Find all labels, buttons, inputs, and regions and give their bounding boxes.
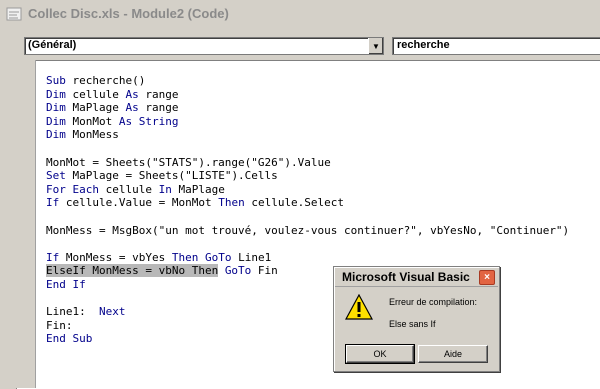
code-line: Dim MonMot As String — [46, 114, 179, 128]
code-line: If cellule.Value = MonMot Then cellule.S… — [46, 196, 345, 210]
dialog-titlebar[interactable]: Microsoft Visual Basic × — [335, 268, 498, 287]
code-line: Sub recherche() — [46, 74, 146, 87]
warning-icon — [345, 294, 373, 320]
margin-indicator-bar[interactable] — [16, 60, 36, 388]
window-titlebar: Collec Disc.xls - Module2 (Code) — [0, 0, 600, 28]
window-title: Collec Disc.xls - Module2 (Code) — [28, 6, 229, 21]
code-line: If MonMess = vbYes Then GoTo Line1 — [46, 250, 272, 264]
code-line: MonMot = Sheets("STATS").range("G26").Va… — [46, 155, 331, 169]
code-line: Set MaPlage = Sheets("LISTE").Cells — [46, 169, 278, 183]
code-line: MonMess = MsgBox("un mot trouvé, voulez-… — [46, 223, 570, 237]
close-icon[interactable]: × — [479, 270, 495, 285]
procedure-combo[interactable]: recherche — [392, 37, 600, 55]
help-button[interactable]: Aide — [418, 345, 488, 363]
error-dialog: Microsoft Visual Basic × Erreur de compi… — [333, 266, 500, 372]
code-line: Dim MaPlage As range — [46, 101, 179, 115]
procedure-combo-value: recherche — [397, 39, 450, 51]
code-line: Dim cellule As range — [46, 87, 179, 101]
window-left-edge — [0, 60, 16, 388]
ok-button[interactable]: OK — [345, 344, 415, 364]
dialog-message-detail: Else sans If — [389, 319, 436, 329]
dialog-message-title: Erreur de compilation: — [389, 297, 478, 307]
code-line: Dim MonMess — [46, 128, 119, 142]
dialog-title: Microsoft Visual Basic — [342, 270, 470, 284]
object-combo-value: (Général) — [28, 39, 77, 51]
selected-text: ElseIf MonMess = vbNo Then — [46, 264, 219, 278]
object-combo[interactable]: (Général) ▼ — [24, 37, 384, 55]
code-line: For Each cellule In MaPlage — [46, 182, 225, 196]
chevron-down-icon[interactable]: ▼ — [368, 38, 383, 54]
module-icon — [6, 7, 22, 21]
